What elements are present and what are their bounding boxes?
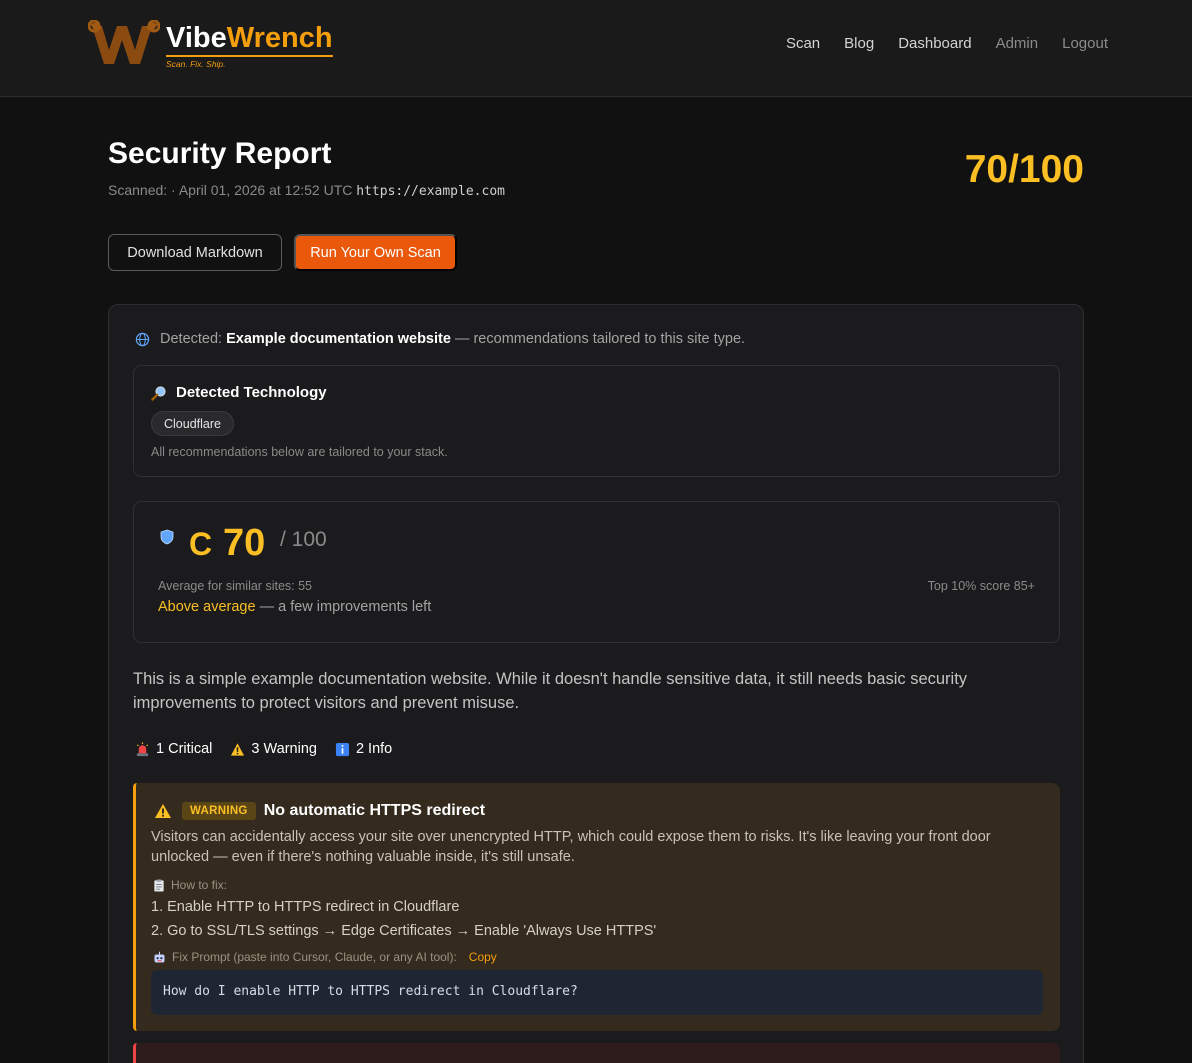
robot-icon [154,951,165,962]
globe-icon [135,332,150,346]
top-navbar: VibeWrench Scan. Fix. Ship. Scan Blog Da… [0,0,1192,97]
warning-icon [155,804,171,818]
score-max: / 100 [280,528,327,551]
wrench-logo-icon [88,20,160,64]
fix-prompt-code[interactable]: How do I enable HTTP to HTTPS redirect i… [151,970,1043,1015]
average-score: Average for similar sites: 55 [158,579,312,593]
issue-counts: 1 Critical 3 Warning 2 Info [135,741,392,757]
technology-pill: Cloudflare [151,411,234,436]
nav-dashboard[interactable]: Dashboard [898,34,971,54]
fix-step: 2. Go to SSL/TLS settings → Edge Certifi… [151,923,657,939]
warning-count[interactable]: 3 Warning [230,741,317,757]
fix-step: 1. Enable HTTP to HTTPS redirect in Clou… [151,899,460,915]
finding-warning: WARNING No automatic HTTPS redirect Visi… [133,783,1060,1031]
info-icon [335,742,350,756]
main-nav: Scan Blog Dashboard Admin Logout [786,34,1108,54]
scan-meta: Scanned: · April 01, 2026 at 12:52 UTC h… [108,182,505,199]
fix-prompt-label: Fix Prompt (paste into Cursor, Claude, o… [153,950,497,964]
shield-icon [160,529,174,545]
how-to-fix-label: How to fix: [153,878,227,892]
score-standing: Above average — a few improvements left [158,599,432,615]
brand-tagline: Scan. Fix. Ship. [166,59,226,69]
copy-prompt-button[interactable]: Copy [469,950,497,964]
nav-logout[interactable]: Logout [1062,34,1108,54]
warning-icon [231,742,245,756]
siren-icon [136,741,149,756]
overall-score: 70/100 [964,148,1084,191]
finding-description: Visitors can accidentally access your si… [151,829,991,865]
technology-note: All recommendations below are tailored t… [151,445,448,459]
download-markdown-button[interactable]: Download Markdown [108,234,282,271]
detected-technology-title: Detected Technology [151,384,327,401]
finding-header: WARNING No automatic HTTPS redirect [154,802,485,820]
scanned-url: https://example.com [356,184,505,199]
severity-badge: WARNING [182,802,256,820]
info-count[interactable]: 2 Info [335,741,392,757]
finding-critical [133,1043,1060,1063]
magnifier-icon [151,385,166,401]
detected-site-type: Detected: Example documentation website … [135,331,745,347]
clipboard-icon [154,878,164,892]
finding-title: No automatic HTTPS redirect [263,802,486,819]
critical-count[interactable]: 1 Critical [135,741,212,757]
brand-name: VibeWrench [166,22,333,57]
brand-logo[interactable]: VibeWrench Scan. Fix. Ship. [88,20,333,69]
grade-letter: C [189,526,213,562]
nav-blog[interactable]: Blog [844,34,874,54]
site-type: Example documentation website [226,331,451,347]
scan-timestamp: Scanned: · April 01, 2026 at 12:52 UTC [108,182,353,198]
score-panel: C 70 / 100 Average for similar sites: 55… [133,501,1060,643]
top-score: Top 10% score 85+ [927,579,1035,593]
detected-technology-panel: Detected Technology Cloudflare All recom… [133,365,1060,477]
run-scan-button[interactable]: Run Your Own Scan [294,234,457,271]
site-summary: This is a simple example documentation w… [133,670,968,712]
nav-admin[interactable]: Admin [996,34,1039,54]
nav-scan[interactable]: Scan [786,34,820,54]
report-card: Detected: Example documentation website … [108,304,1084,1063]
score-value: 70 [223,522,266,564]
page-title: Security Report [108,137,332,170]
